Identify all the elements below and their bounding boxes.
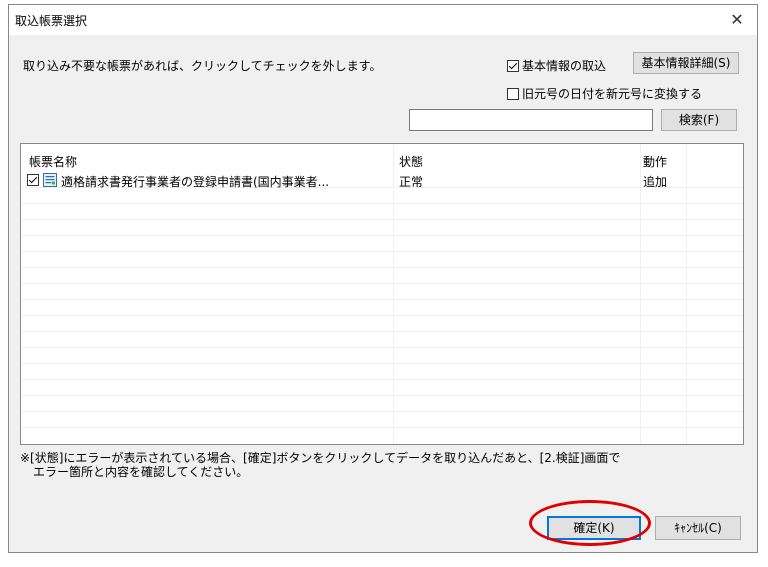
error-note-line1: ※[状態]にエラーが表示されている場合、[確定]ボタンをクリックしてデータを取り…: [20, 451, 621, 465]
search-button[interactable]: 検索(F): [661, 109, 737, 131]
basic-info-detail-button[interactable]: 基本情報詳細(S): [633, 52, 739, 74]
error-note: ※[状態]にエラーが表示されている場合、[確定]ボタンをクリックしてデータを取り…: [20, 451, 620, 479]
form-list[interactable]: 帳票名称 状態 動作 適格請求書発行事業者の登録申請書(国内事業者... 正常 …: [20, 143, 744, 445]
document-icon: [42, 172, 58, 188]
era-convert-checkbox-row[interactable]: 旧元号の日付を新元号に変換する: [507, 85, 702, 102]
basic-info-checkbox-row[interactable]: 基本情報の取込: [507, 57, 606, 74]
table-row[interactable]: 適格請求書発行事業者の登録申請書(国内事業者... 正常 追加: [21, 172, 743, 189]
dialog-window: 取込帳票選択 ✕ 取り込み不要な帳票があれば、クリックしてチェックを外します。 …: [8, 4, 758, 553]
column-header-name[interactable]: 帳票名称: [29, 153, 77, 170]
search-input[interactable]: [409, 109, 653, 131]
era-convert-label: 旧元号の日付を新元号に変換する: [522, 87, 703, 101]
cancel-button[interactable]: ｷｬﾝｾﾙ(C): [655, 516, 741, 540]
row-checkbox[interactable]: [27, 174, 39, 186]
error-note-line2: エラー箇所と内容を確認してください。: [33, 465, 249, 479]
title-bar: 取込帳票選択 ✕: [9, 5, 757, 35]
column-header-action[interactable]: 動作: [643, 153, 667, 170]
highlight-oval: [529, 500, 651, 546]
instruction-text: 取り込み不要な帳票があれば、クリックしてチェックを外します。: [23, 59, 382, 73]
basic-info-checkbox[interactable]: [507, 59, 519, 72]
column-header-status[interactable]: 状態: [399, 153, 423, 170]
basic-info-label: 基本情報の取込: [522, 59, 607, 73]
window-title: 取込帳票選択: [15, 14, 88, 28]
close-icon[interactable]: ✕: [717, 5, 757, 35]
era-convert-checkbox[interactable]: [507, 87, 519, 100]
